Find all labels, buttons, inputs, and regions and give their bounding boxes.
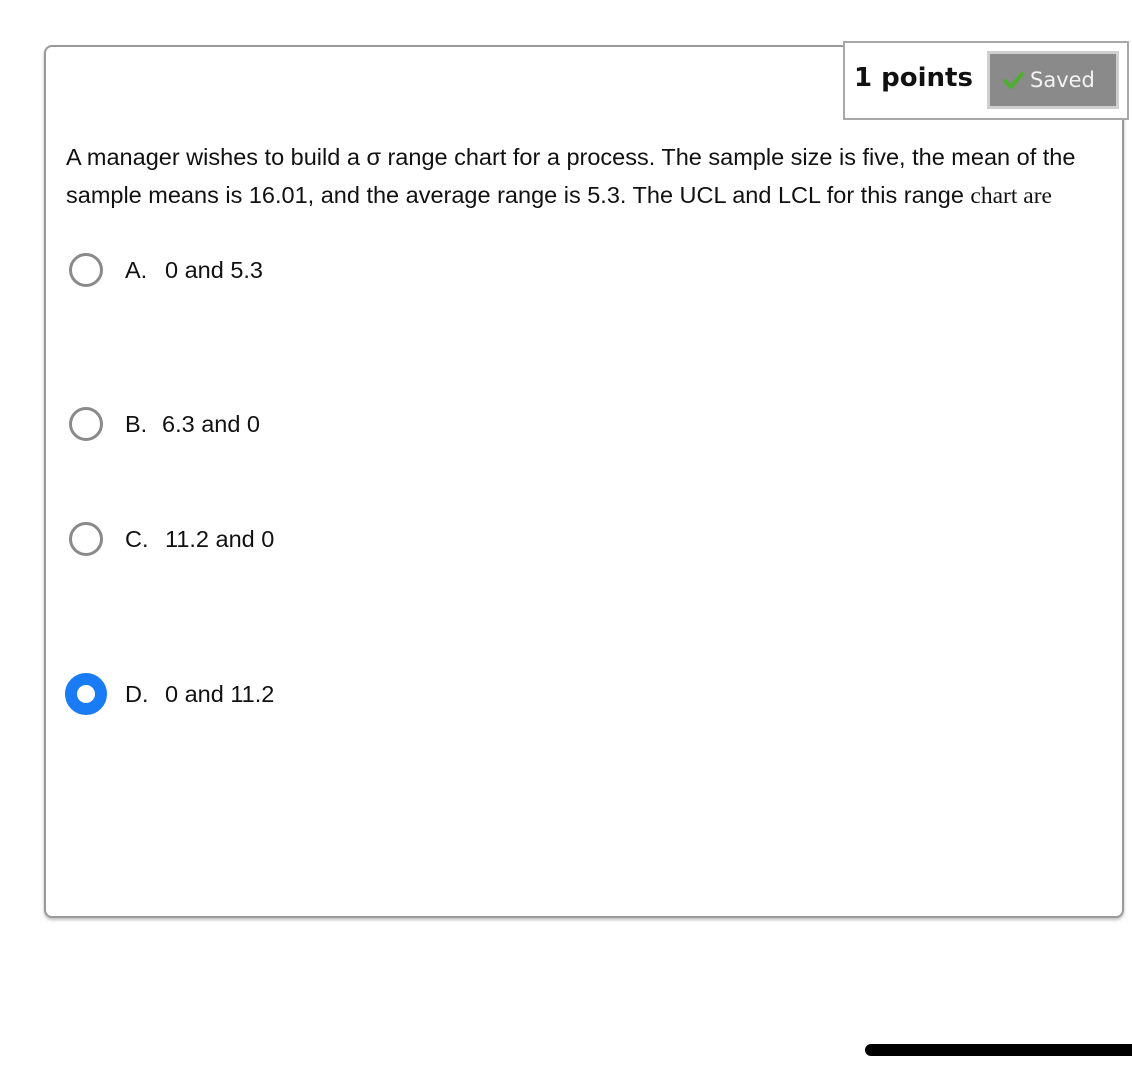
points-label: 1 points <box>854 63 973 93</box>
radio-button-d-selected[interactable] <box>65 673 107 715</box>
question-text: A manager wishes to build a σ range char… <box>66 138 1076 215</box>
points-box: 1 points Saved <box>843 41 1129 120</box>
option-text: 11.2 and 0 <box>165 525 275 552</box>
option-a[interactable]: A. 0 and 5.3 <box>69 249 263 291</box>
option-d[interactable]: D. 0 and 11.2 <box>65 673 275 715</box>
option-text: 0 and 11.2 <box>165 680 275 707</box>
option-text: 0 and 5.3 <box>165 256 264 283</box>
option-letter: B. <box>125 410 148 437</box>
radio-button-a[interactable] <box>69 253 103 287</box>
option-letter: D. <box>125 680 149 707</box>
checkmark-icon <box>1002 69 1024 91</box>
saved-label: Saved <box>1030 68 1095 92</box>
radio-button-b[interactable] <box>69 407 103 441</box>
option-b[interactable]: B. 6.3 and 0 <box>69 403 260 445</box>
question-text-main: A manager wishes to build a σ range char… <box>66 144 1076 208</box>
option-text: 6.3 and 0 <box>162 410 261 437</box>
option-letter: A. <box>125 256 148 283</box>
option-c[interactable]: C. 11.2 and 0 <box>69 518 274 560</box>
saved-status-badge: Saved <box>987 51 1119 109</box>
home-indicator-bar <box>865 1044 1132 1056</box>
question-text-tail: chart are <box>970 183 1052 209</box>
option-letter: C. <box>125 525 149 552</box>
radio-button-c[interactable] <box>69 522 103 556</box>
